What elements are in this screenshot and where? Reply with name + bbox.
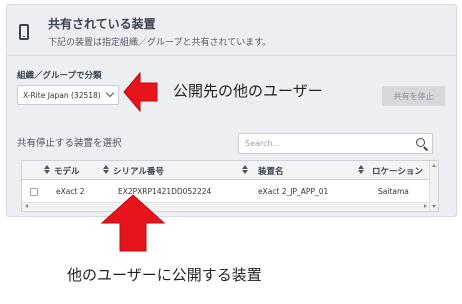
scroll-up-icon[interactable] (432, 164, 436, 167)
devices-table: モデル シリアル番号 装置名 ロケーション eXact 2 EX2PXRP142… (21, 160, 439, 212)
search-input[interactable]: Search... (238, 133, 433, 154)
group-filter-label: 組織／グループで分類 (17, 71, 102, 81)
card-header: 共有されている装置 下記の装置は指定組織／グループと共有されています。 (7, 5, 456, 56)
cell-location: Saitama (378, 187, 409, 196)
up-arrow-shape (100, 194, 166, 252)
chevron-down-icon (105, 88, 115, 98)
group-filter-value: X-Rite Japan (32518) (23, 91, 101, 100)
search-placeholder: Search... (245, 139, 281, 148)
table-row[interactable]: eXact 2 EX2PXRP1421DD052224 eXact 2_JP_A… (22, 183, 430, 200)
row-checkbox[interactable] (30, 188, 38, 196)
vertical-scrollbar[interactable] (429, 161, 438, 211)
cell-name: eXact 2_JP_APP_01 (258, 187, 329, 196)
scroll-right-icon[interactable] (424, 204, 427, 208)
column-header-model[interactable]: モデル (54, 165, 80, 177)
table-header: モデル シリアル番号 装置名 ロケーション (22, 161, 438, 180)
cell-model: eXact 2 (56, 187, 85, 196)
sort-icon[interactable] (242, 165, 248, 175)
scroll-down-icon[interactable] (432, 205, 436, 208)
column-header-serial[interactable]: シリアル番号 (113, 165, 164, 177)
group-filter-select[interactable]: X-Rite Japan (32518) (17, 85, 119, 105)
scroll-left-icon[interactable] (25, 204, 28, 208)
sort-icon[interactable] (358, 165, 364, 175)
up-arrow-annotation (100, 194, 166, 252)
shared-devices-card: 共有されている装置 下記の装置は指定組織／グループと共有されています。 組織／グ… (6, 4, 457, 217)
horizontal-scrollbar[interactable] (22, 202, 430, 210)
up-arrow-text: 他のユーザーに公開する装置 (67, 266, 262, 284)
left-arrow-annotation (123, 71, 158, 113)
stop-sharing-button[interactable]: 共有を停止 (382, 86, 445, 106)
phone-icon (19, 24, 29, 40)
section-title: 共有停止する装置を選択 (17, 138, 122, 149)
search-icon[interactable] (416, 138, 425, 147)
left-arrow-text: 公開先の他のユーザー (173, 82, 323, 100)
sort-icon[interactable] (44, 165, 50, 175)
column-header-location[interactable]: ロケーション (372, 165, 423, 177)
page-subtitle: 下記の装置は指定組織／グループと共有されています。 (48, 38, 272, 48)
sort-icon[interactable] (103, 165, 109, 175)
page-title: 共有されている装置 (48, 17, 156, 31)
left-arrow-shape (123, 71, 158, 113)
column-header-name[interactable]: 装置名 (258, 165, 284, 177)
